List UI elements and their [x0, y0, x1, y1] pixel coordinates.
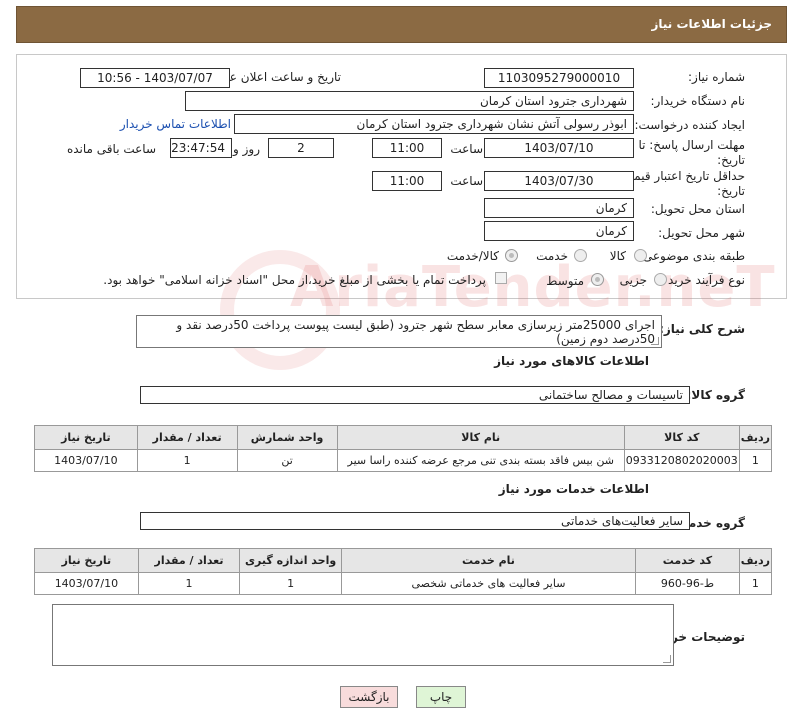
- goods-cell-qty: 1: [136, 449, 238, 472]
- process-minor-radio[interactable]: [654, 273, 667, 286]
- days-label: روز و: [233, 142, 260, 156]
- services-cell-row: 1: [738, 572, 773, 595]
- need-number-label: شماره نیاز:: [688, 70, 745, 84]
- services-table-header: ردیف کد خدمت نام خدمت واحد اندازه گیری ت…: [34, 548, 773, 573]
- goods-cell-row: 1: [738, 449, 773, 472]
- category-service-label: خدمت: [536, 249, 568, 263]
- services-table: ردیف کد خدمت نام خدمت واحد اندازه گیری ت…: [34, 548, 773, 595]
- buyer-notes-field[interactable]: [52, 604, 674, 666]
- goods-col-name: نام کالا: [336, 425, 625, 450]
- validity-time-field: 11:00: [372, 171, 442, 191]
- requester-label: ایجاد کننده درخواست:: [634, 118, 745, 132]
- services-col-date: تاریخ نیاز: [34, 548, 139, 573]
- province-field: کرمان: [484, 198, 634, 218]
- goods-cell-date: 1403/07/10: [34, 449, 138, 472]
- process-medium-label: متوسط: [546, 274, 584, 288]
- goods-col-row: ردیف: [738, 425, 773, 450]
- category-goods-radio[interactable]: [634, 249, 647, 262]
- buyer-org-field: شهرداری جترود استان کرمان: [185, 91, 634, 111]
- need-number-field: 1103095279000010: [484, 68, 634, 88]
- treasury-note: پرداخت تمام یا بخشی از مبلغ خرید،از محل …: [103, 273, 486, 287]
- category-goods-service-label: کالا/خدمت: [446, 249, 499, 263]
- remaining-time-field: 23:47:54: [170, 138, 232, 158]
- category-goods-service-radio[interactable]: [505, 249, 518, 262]
- services-col-code: کد خدمت: [635, 548, 740, 573]
- goods-table: ردیف کد کالا نام کالا واحد شمارش تعداد /…: [34, 425, 773, 472]
- goods-group-field: تاسیسات و مصالح ساختمانی: [140, 386, 690, 404]
- description-text: اجرای 25000متر زیرسازی معابر سطح شهر جتر…: [176, 318, 655, 346]
- validity-date-field: 1403/07/30: [484, 171, 634, 191]
- services-col-row: ردیف: [738, 548, 773, 573]
- services-col-qty: تعداد / مقدار: [137, 548, 241, 573]
- goods-col-unit: واحد شمارش: [236, 425, 338, 450]
- services-group-field: سایر فعالیت‌های خدماتی: [140, 512, 690, 530]
- goods-cell-code: 0933120802020003: [623, 449, 740, 472]
- goods-cell-unit: تن: [236, 449, 338, 472]
- services-col-unit: واحد اندازه گیری: [239, 548, 342, 573]
- deadline-time-field: 11:00: [372, 138, 442, 158]
- goods-group-label: گروه کالا:: [686, 388, 745, 402]
- goods-col-qty: تعداد / مقدار: [136, 425, 238, 450]
- treasury-checkbox[interactable]: [495, 272, 507, 284]
- deadline-time-label: ساعت: [450, 142, 483, 156]
- category-label: طبقه بندی موضوعی:: [638, 249, 745, 263]
- services-cell-unit: 1: [239, 572, 342, 595]
- province-label: استان محل تحویل:: [650, 202, 745, 216]
- services-cell-name: سایر فعالیت های خدماتی شخصی: [340, 572, 637, 595]
- goods-table-header: ردیف کد کالا نام کالا واحد شمارش تعداد /…: [34, 425, 773, 450]
- page-title: جزئیات اطلاعات نیاز: [651, 17, 772, 31]
- services-cell-qty: 1: [137, 572, 241, 595]
- back-button[interactable]: بازگشت: [340, 686, 398, 708]
- process-label: نوع فرآیند خرید :: [660, 273, 745, 287]
- services-col-name: نام خدمت: [340, 548, 637, 573]
- process-minor-label: جزیی: [619, 273, 647, 287]
- days-field: 2: [268, 138, 334, 158]
- buyer-contact-link[interactable]: اطلاعات تماس خریدار: [120, 117, 231, 131]
- services-section-title: اطلاعات خدمات مورد نیاز: [498, 482, 649, 496]
- table-row: 1 ط-96-960 سایر فعالیت های خدماتی شخصی 1…: [34, 572, 773, 595]
- category-goods-label: کالا: [609, 249, 626, 263]
- goods-cell-name: شن بیس فاقد بسته بندی تنی مرجع عرضه کنند…: [336, 449, 625, 472]
- resize-handle-icon[interactable]: [651, 337, 659, 345]
- goods-col-date: تاریخ نیاز: [34, 425, 138, 450]
- city-field: کرمان: [484, 221, 634, 241]
- validity-time-label: ساعت: [450, 174, 483, 188]
- description-label: شرح کلی نیاز:: [659, 322, 745, 336]
- resize-handle-icon[interactable]: [663, 655, 671, 663]
- watermark-text: AriaTender.neT: [290, 255, 776, 320]
- buyer-org-label: نام دستگاه خریدار:: [650, 94, 746, 108]
- goods-section-title: اطلاعات کالاهای مورد نیاز: [494, 354, 649, 368]
- page-header: جزئیات اطلاعات نیاز: [16, 6, 787, 43]
- goods-col-code: کد کالا: [623, 425, 740, 450]
- services-cell-date: 1403/07/10: [34, 572, 139, 595]
- requester-field: ابوذر رسولی آتش نشان شهرداری جترود استان…: [234, 114, 634, 134]
- city-label: شهر محل تحویل:: [658, 226, 745, 240]
- category-service-radio[interactable]: [574, 249, 587, 262]
- table-row: 1 0933120802020003 شن بیس فاقد بسته بندی…: [34, 449, 773, 472]
- process-medium-radio[interactable]: [591, 273, 604, 286]
- print-button[interactable]: چاپ: [416, 686, 466, 708]
- announce-datetime-field: 1403/07/07 - 10:56: [80, 68, 230, 88]
- remaining-time-label: ساعت باقی مانده: [66, 142, 156, 156]
- description-field: اجرای 25000متر زیرسازی معابر سطح شهر جتر…: [136, 315, 662, 348]
- deadline-date-field: 1403/07/10: [484, 138, 634, 158]
- services-cell-code: ط-96-960: [635, 572, 740, 595]
- deadline-label: مهلت ارسال پاسخ: تا تاریخ:: [638, 138, 745, 167]
